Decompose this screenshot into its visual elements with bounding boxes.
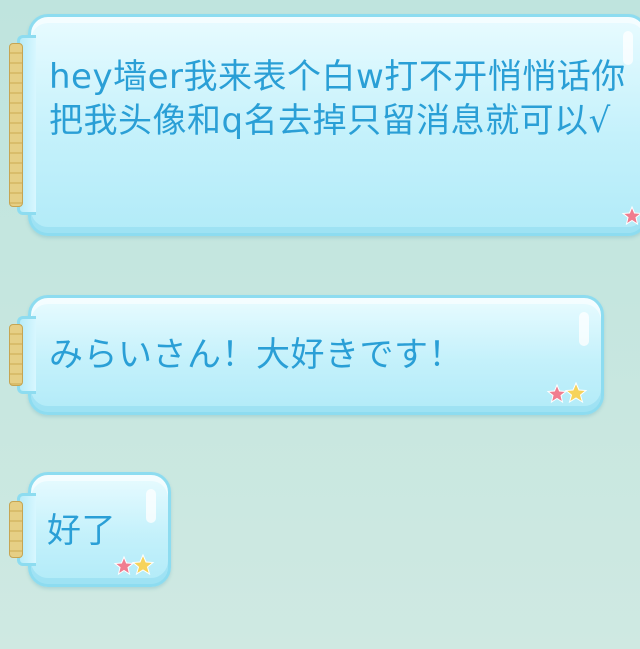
message-text: hey墙er我来表个白w打不开悄悄话你把我头像和q名去掉只留消息就可以√ [49,57,626,141]
cork-icon [9,324,23,386]
bottle-gloss [579,312,589,346]
stars-icon [620,204,640,226]
stars-icon [112,554,158,576]
cork-icon [9,43,23,207]
chat-area: hey墙er我来表个白w打不开悄悄话你把我头像和q名去掉只留消息就可以√ みらい… [0,0,640,649]
message-bubble-2[interactable]: みらいさん！大好きです！ [9,295,604,415]
message-text: 好了 [47,511,116,551]
cork-icon [9,501,23,558]
message-bubble-3[interactable]: 好了 [9,472,171,587]
bottle-gloss [146,489,156,523]
stars-icon [545,382,591,404]
message-text: みらいさん！大好きです！ [49,335,463,375]
message-bubble-1[interactable]: hey墙er我来表个白w打不开悄悄话你把我头像和q名去掉只留消息就可以√ [9,14,640,236]
